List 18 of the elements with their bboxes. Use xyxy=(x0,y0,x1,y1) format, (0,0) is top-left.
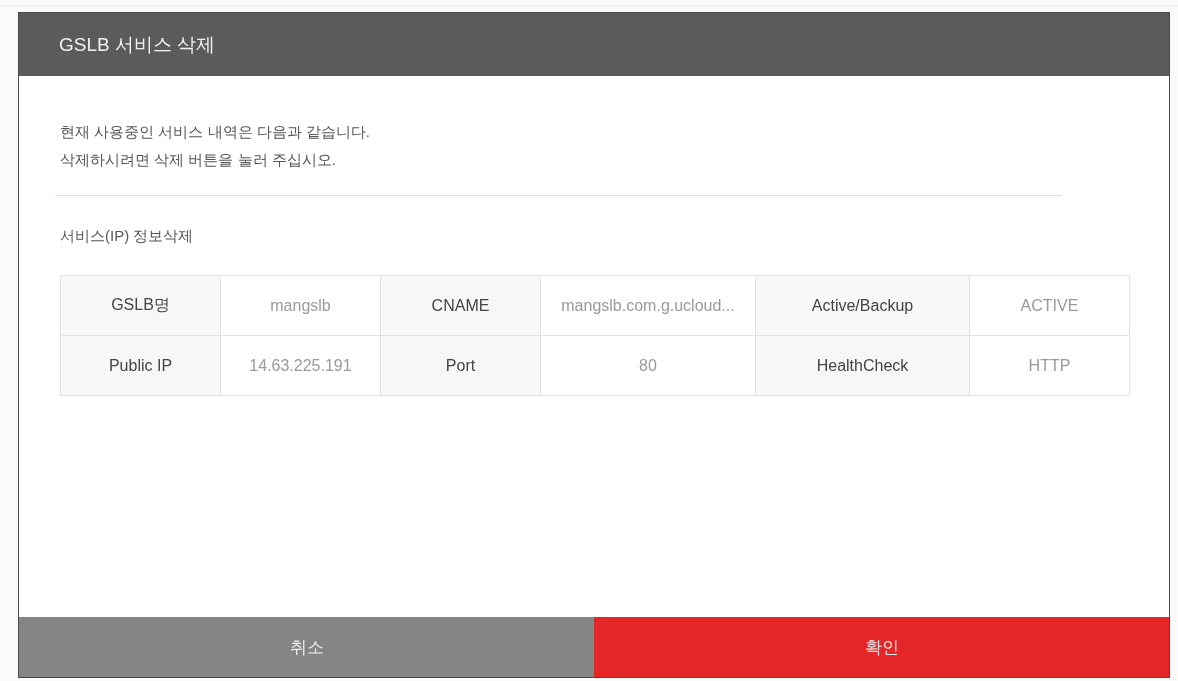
dialog-title: GSLB 서비스 삭제 xyxy=(59,32,216,57)
header-cell: GSLB명 xyxy=(61,276,221,336)
table-cell: mangslb.com.g.ucloud... xyxy=(541,276,756,336)
cancel-button[interactable]: 취소 xyxy=(19,617,594,677)
confirm-button[interactable]: 확인 xyxy=(594,617,1169,677)
header-cell: Public IP xyxy=(61,336,221,396)
header-cell: CNAME xyxy=(381,276,541,336)
table-cell: ACTIVE xyxy=(970,276,1130,336)
table-cell: 14.63.225.191 xyxy=(221,336,381,396)
header-cell: Active/Backup xyxy=(756,276,970,336)
table-cell: HTTP xyxy=(970,336,1130,396)
message-text: 삭제하시려면 삭제 버튼을 눌러 주십시오. xyxy=(60,150,337,170)
table-cell: 80 xyxy=(541,336,756,396)
message-text: 현재 사용중인 서비스 내역은 다음과 같습니다. xyxy=(60,122,371,142)
header-cell: Port xyxy=(381,336,541,396)
section-title: 서비스(IP) 정보삭제 xyxy=(60,227,195,246)
table-cell: mangslb xyxy=(221,276,381,336)
header-cell: HealthCheck xyxy=(756,336,970,396)
